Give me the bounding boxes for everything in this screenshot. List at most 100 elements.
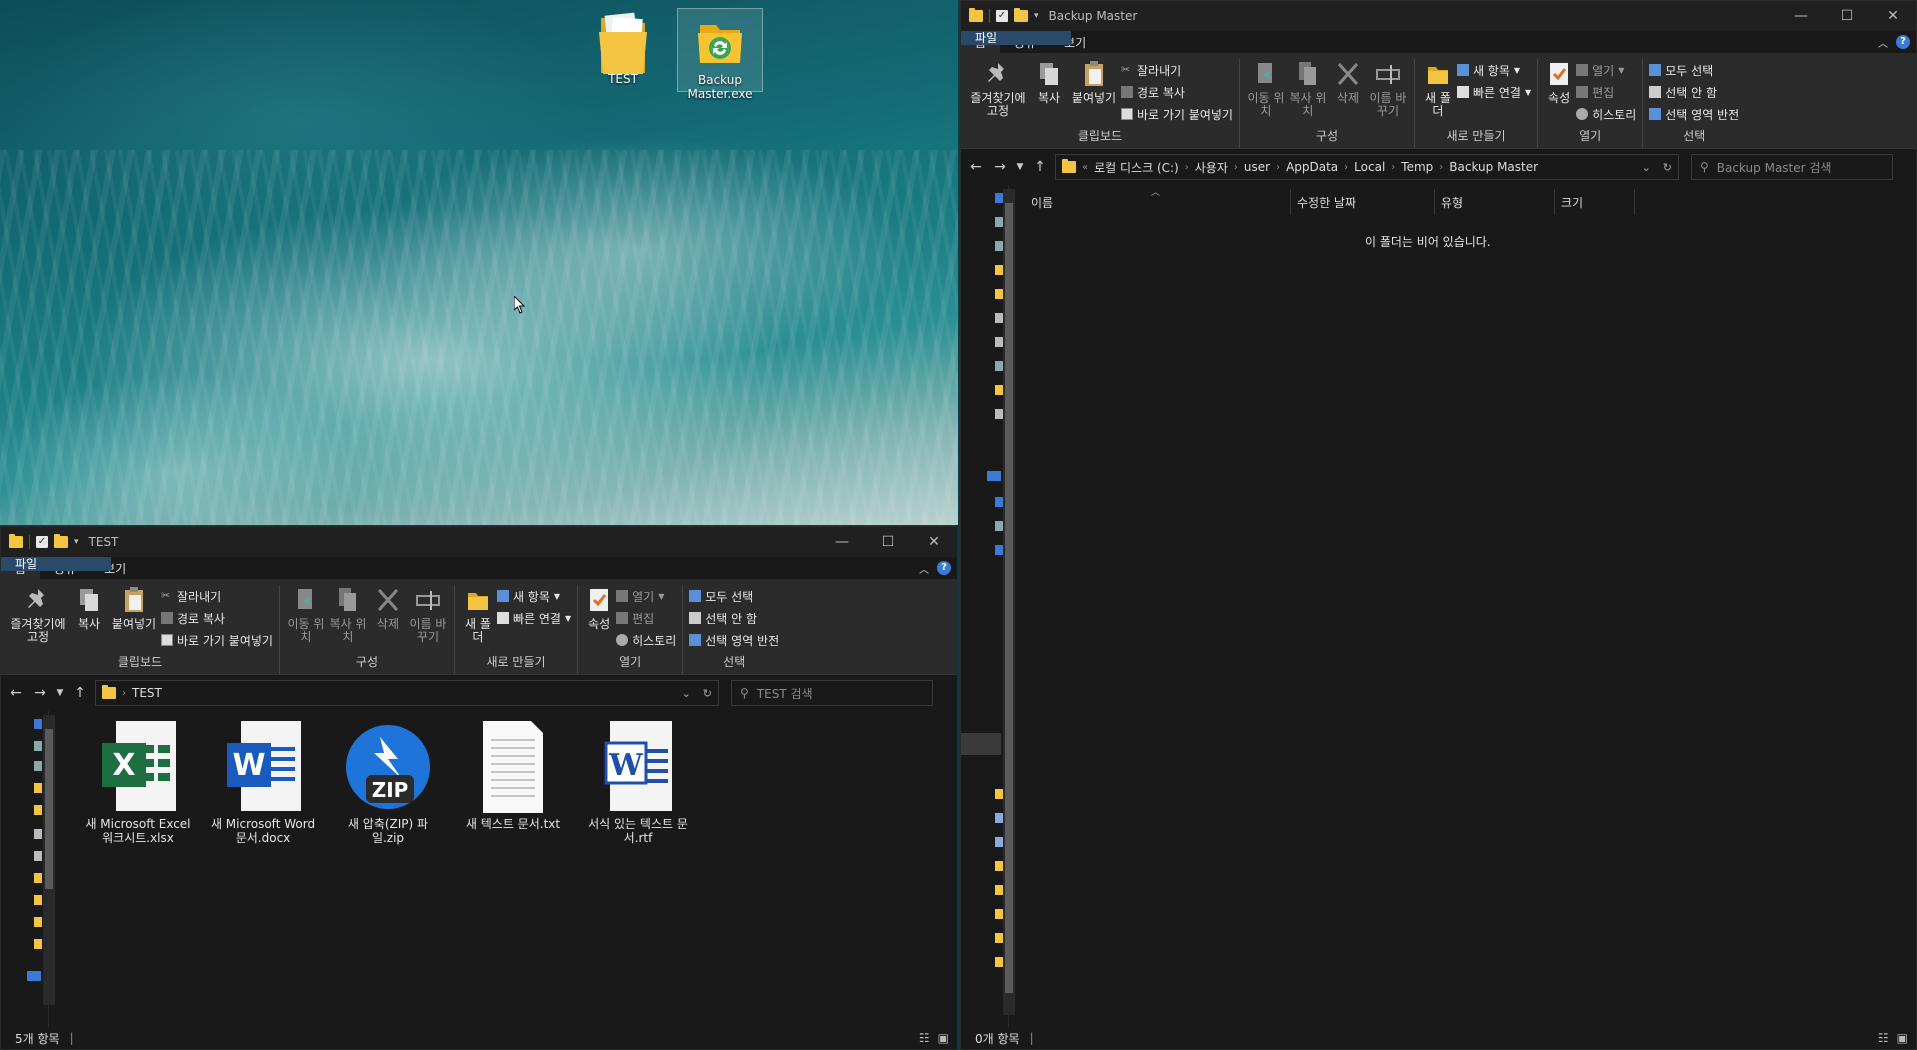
history-button[interactable]: 히스토리	[1576, 105, 1636, 123]
new-item-button[interactable]: 새 항목 ▼	[496, 587, 571, 605]
new-folder-quick-icon[interactable]	[54, 534, 68, 548]
address-bar[interactable]: « 로컬 디스크 (C:) › 사용자 › user › AppData › L…	[1055, 154, 1679, 180]
delete-button[interactable]: 삭제	[1330, 59, 1366, 127]
properties-button[interactable]: 속성	[1544, 59, 1574, 127]
copy-to-button[interactable]: 복사 위치	[1288, 59, 1328, 127]
breadcrumb-item[interactable]: 로컬 디스크 (C:)	[1094, 159, 1179, 176]
copy-path-button[interactable]: 경로 복사	[161, 609, 273, 627]
desktop-icon-test-folder[interactable]: TEST	[580, 10, 666, 86]
desktop-icon-backup-master[interactable]: Backup Master.exe	[677, 8, 763, 101]
back-arrow-icon[interactable]: ←	[7, 685, 25, 701]
breadcrumb-item[interactable]: 사용자	[1195, 159, 1228, 176]
large-icons-view-icon[interactable]: ▣	[938, 1031, 949, 1045]
search-input[interactable]: ⚲ TEST 검색	[731, 680, 933, 706]
paste-button[interactable]: 붙여넣기	[109, 585, 159, 653]
file-item-word[interactable]: W 새 Microsoft Word 문서.docx	[208, 719, 318, 845]
invert-selection-button[interactable]: 선택 영역 반전	[689, 631, 779, 649]
title-bar[interactable]: ✓ ▾ TEST — ☐ ✕	[1, 527, 957, 557]
cut-button[interactable]: ✂ 잘라내기	[161, 587, 273, 605]
select-none-button[interactable]: 선택 안 함	[689, 609, 779, 627]
column-header-date[interactable]: 수정한 날짜	[1291, 189, 1435, 215]
edit-button[interactable]: 편집	[1576, 83, 1636, 101]
recent-locations-icon[interactable]: ▼	[55, 688, 65, 698]
move-to-button[interactable]: 이동 위치	[286, 585, 326, 653]
breadcrumb-item[interactable]: TEST	[132, 686, 162, 700]
pin-to-quick-access-button[interactable]: 즐겨찾기에 고정	[7, 585, 69, 653]
select-none-button[interactable]: 선택 안 함	[1649, 83, 1739, 101]
forward-arrow-icon[interactable]: →	[991, 159, 1009, 175]
history-button[interactable]: 히스토리	[616, 631, 676, 649]
delete-button[interactable]: 삭제	[370, 585, 406, 653]
collapse-ribbon-icon[interactable]: ︿	[919, 561, 929, 576]
up-arrow-icon[interactable]: ↑	[71, 685, 89, 701]
help-icon[interactable]: ?	[937, 561, 951, 575]
paste-shortcut-button[interactable]: 바로 가기 붙여넣기	[161, 631, 273, 649]
details-view-icon[interactable]: ☷	[1878, 1031, 1889, 1045]
paste-button[interactable]: 붙여넣기	[1069, 59, 1119, 127]
copy-to-button[interactable]: 복사 위치	[328, 585, 368, 653]
forward-arrow-icon[interactable]: →	[31, 685, 49, 701]
file-item-rtf[interactable]: W 서식 있는 텍스트 문서.rtf	[583, 719, 693, 845]
address-bar[interactable]: › TEST ⌄ ↻	[95, 680, 719, 706]
copy-button[interactable]: 복사	[1031, 59, 1067, 127]
breadcrumb-item[interactable]: user	[1244, 160, 1270, 174]
recent-locations-icon[interactable]: ▼	[1015, 162, 1025, 172]
move-to-button[interactable]: 이동 위치	[1246, 59, 1286, 127]
breadcrumb-item[interactable]: Backup Master	[1449, 160, 1538, 174]
pin-to-quick-access-button[interactable]: 즐겨찾기에 고정	[967, 59, 1029, 127]
select-all-button[interactable]: 모두 선택	[1649, 61, 1739, 79]
back-arrow-icon[interactable]: ←	[967, 159, 985, 175]
help-icon[interactable]: ?	[1896, 35, 1910, 49]
column-header-size[interactable]: 크기	[1555, 189, 1635, 215]
close-icon[interactable]: ✕	[1870, 1, 1916, 31]
maximize-icon[interactable]: ☐	[1824, 1, 1870, 31]
column-header-name[interactable]: 이름 ︿	[1025, 188, 1291, 215]
navigation-pane[interactable]	[1, 711, 49, 1027]
title-bar[interactable]: ✓ ▾ Backup Master — ☐ ✕	[961, 1, 1916, 31]
rename-button[interactable]: 이름 바꾸기	[1368, 59, 1408, 127]
cut-button[interactable]: ✂ 잘라내기	[1121, 61, 1233, 79]
breadcrumb-item[interactable]: Local	[1354, 160, 1385, 174]
new-item-button[interactable]: 새 항목 ▼	[1456, 61, 1531, 79]
properties-quick-icon[interactable]: ✓	[36, 536, 48, 548]
copy-button[interactable]: 복사	[71, 585, 107, 653]
navigation-pane[interactable]	[961, 185, 1009, 1027]
select-all-button[interactable]: 모두 선택	[689, 587, 779, 605]
nav-pane-scrollbar[interactable]	[43, 715, 55, 1005]
collapse-ribbon-icon[interactable]: ︿	[1878, 35, 1888, 50]
file-item-excel[interactable]: X 새 Microsoft Excel 워크시트.xlsx	[83, 719, 193, 845]
new-folder-quick-icon[interactable]	[1014, 8, 1028, 22]
close-icon[interactable]: ✕	[911, 527, 957, 557]
nav-pane-scrollbar[interactable]	[1003, 189, 1015, 1015]
properties-button[interactable]: 속성	[584, 585, 614, 653]
search-input[interactable]: ⚲ Backup Master 검색	[1691, 154, 1893, 180]
address-dropdown-icon[interactable]: ⌄	[682, 687, 691, 700]
open-button[interactable]: 열기 ▼	[616, 587, 676, 605]
customize-toolbar-icon[interactable]: ▾	[74, 537, 79, 547]
copy-path-button[interactable]: 경로 복사	[1121, 83, 1233, 101]
rename-button[interactable]: 이름 바꾸기	[408, 585, 448, 653]
open-button[interactable]: 열기 ▼	[1576, 61, 1636, 79]
paste-shortcut-button[interactable]: 바로 가기 붙여넣기	[1121, 105, 1233, 123]
edit-button[interactable]: 편집	[616, 609, 676, 627]
nav-selected-item[interactable]	[961, 733, 1001, 755]
breadcrumb-item[interactable]: Temp	[1401, 160, 1433, 174]
customize-toolbar-icon[interactable]: ▾	[1034, 11, 1039, 21]
up-arrow-icon[interactable]: ↑	[1031, 159, 1049, 175]
refresh-icon[interactable]: ↻	[1663, 161, 1672, 174]
tab-file[interactable]: 파일	[1, 557, 111, 571]
invert-selection-button[interactable]: 선택 영역 반전	[1649, 105, 1739, 123]
large-icons-view-icon[interactable]: ▣	[1897, 1031, 1908, 1045]
minimize-icon[interactable]: —	[1778, 1, 1824, 31]
maximize-icon[interactable]: ☐	[865, 527, 911, 557]
tab-file[interactable]: 파일	[961, 31, 1071, 45]
new-folder-button[interactable]: 새 폴더	[1421, 59, 1455, 127]
easy-access-button[interactable]: 빠른 연결 ▼	[1456, 83, 1531, 101]
breadcrumb-item[interactable]: AppData	[1286, 160, 1338, 174]
details-view-icon[interactable]: ☷	[919, 1031, 930, 1045]
column-header-type[interactable]: 유형	[1435, 189, 1555, 215]
refresh-icon[interactable]: ↻	[703, 687, 712, 700]
minimize-icon[interactable]: —	[819, 527, 865, 557]
properties-quick-icon[interactable]: ✓	[996, 10, 1008, 22]
file-item-zip[interactable]: ZIP 새 압축(ZIP) 파일.zip	[333, 719, 443, 845]
